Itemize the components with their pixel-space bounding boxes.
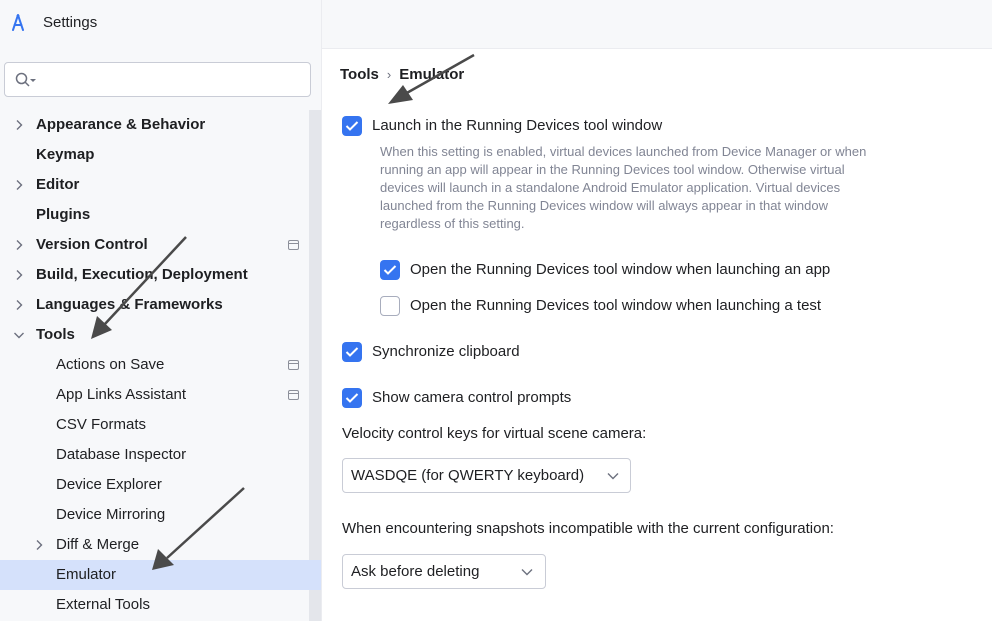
sidebar-item-external-tools[interactable]: External Tools bbox=[0, 590, 309, 620]
open-when-launching-app-checkbox[interactable] bbox=[380, 260, 400, 280]
launch-in-running-devices-checkbox[interactable] bbox=[342, 116, 362, 136]
sidebar-item-label: Keymap bbox=[36, 146, 95, 163]
snapshots-label: When encountering snapshots incompatible… bbox=[342, 520, 834, 537]
sidebar-item-label: Diff & Merge bbox=[56, 536, 140, 553]
launch-in-running-devices-label[interactable]: Launch in the Running Devices tool windo… bbox=[372, 117, 662, 134]
sidebar-item-label: App Links Assistant bbox=[56, 386, 187, 403]
show-camera-prompts-checkbox[interactable] bbox=[342, 388, 362, 408]
pane-divider[interactable] bbox=[321, 0, 322, 621]
sidebar-item-label: Tools bbox=[36, 326, 75, 343]
check-icon bbox=[345, 393, 359, 403]
chevron-right-icon[interactable] bbox=[13, 119, 25, 131]
search-input[interactable] bbox=[4, 62, 311, 97]
breadcrumb-parent[interactable]: Tools bbox=[340, 66, 379, 83]
project-level-icon bbox=[288, 240, 299, 250]
sidebar-item-label: Languages & Frameworks bbox=[36, 296, 223, 313]
sidebar-item-label: Device Explorer bbox=[56, 476, 162, 493]
sidebar-item-database-inspector[interactable]: Database Inspector bbox=[0, 440, 309, 470]
sidebar-item-actions-on-save[interactable]: Actions on Save bbox=[0, 350, 309, 380]
check-icon bbox=[345, 347, 359, 357]
sidebar-item-label: Device Mirroring bbox=[56, 506, 166, 523]
sidebar-item-label: Emulator bbox=[56, 566, 117, 583]
sidebar-item-plugins[interactable]: Plugins bbox=[0, 200, 309, 230]
sidebar-item-diff-merge[interactable]: Diff & Merge bbox=[0, 530, 309, 560]
synchronize-clipboard-label[interactable]: Synchronize clipboard bbox=[372, 343, 520, 360]
check-icon bbox=[345, 121, 359, 131]
sidebar-item-label: Editor bbox=[36, 176, 80, 193]
sidebar-scrollbar[interactable] bbox=[309, 110, 321, 621]
sidebar-item-label: External Tools bbox=[56, 596, 150, 613]
sidebar-item-csv-formats[interactable]: CSV Formats bbox=[0, 410, 309, 440]
sidebar-item-version-control[interactable]: Version Control bbox=[0, 230, 309, 260]
search-icon[interactable] bbox=[15, 72, 37, 88]
chevron-down-icon bbox=[521, 569, 533, 576]
chevron-right-icon[interactable] bbox=[13, 179, 25, 191]
sidebar-item-label: Appearance & Behavior bbox=[36, 116, 206, 133]
sidebar-item-emulator[interactable]: Emulator bbox=[0, 560, 321, 590]
velocity-keys-dropdown[interactable]: WASDQE (for QWERTY keyboard) bbox=[342, 458, 631, 493]
snapshots-value: Ask before deleting bbox=[351, 563, 480, 580]
chevron-down-icon bbox=[607, 473, 619, 480]
sidebar-item-label: CSV Formats bbox=[56, 416, 147, 433]
open-when-launching-test-checkbox[interactable] bbox=[380, 296, 400, 316]
sidebar-item-editor[interactable]: Editor bbox=[0, 170, 309, 200]
chevron-right-icon[interactable] bbox=[33, 539, 45, 551]
window-title: Settings bbox=[43, 14, 98, 31]
sidebar-item-tools[interactable]: Tools bbox=[0, 320, 309, 350]
sidebar-item-label: Plugins bbox=[36, 206, 91, 223]
open-when-launching-test-label[interactable]: Open the Running Devices tool window whe… bbox=[410, 297, 821, 314]
sidebar-item-app-links-assistant[interactable]: App Links Assistant bbox=[0, 380, 309, 410]
sidebar-item-languages-frameworks[interactable]: Languages & Frameworks bbox=[0, 290, 309, 320]
sidebar-item-build-execution-deployment[interactable]: Build, Execution, Deployment bbox=[0, 260, 309, 290]
show-camera-prompts-label[interactable]: Show camera control prompts bbox=[372, 389, 571, 406]
breadcrumb-separator: › bbox=[386, 67, 392, 82]
velocity-keys-value: WASDQE (for QWERTY keyboard) bbox=[351, 467, 585, 484]
breadcrumb: Tools › Emulator bbox=[340, 66, 464, 83]
open-when-launching-app-label[interactable]: Open the Running Devices tool window whe… bbox=[410, 261, 830, 278]
android-studio-icon bbox=[12, 14, 24, 31]
sidebar-item-label: Version Control bbox=[36, 236, 148, 253]
project-level-icon bbox=[288, 390, 299, 400]
sidebar-item-device-explorer[interactable]: Device Explorer bbox=[0, 470, 309, 500]
velocity-keys-label: Velocity control keys for virtual scene … bbox=[342, 425, 647, 442]
chevron-right-icon[interactable] bbox=[13, 299, 25, 311]
sidebar-item-device-mirroring[interactable]: Device Mirroring bbox=[0, 500, 309, 530]
sidebar-item-keymap[interactable]: Keymap bbox=[0, 140, 309, 170]
title-bar: Settings bbox=[0, 0, 992, 48]
chevron-right-icon[interactable] bbox=[13, 269, 25, 281]
chevron-right-icon[interactable] bbox=[13, 239, 25, 251]
sidebar-item-label: Build, Execution, Deployment bbox=[36, 266, 248, 283]
synchronize-clipboard-checkbox[interactable] bbox=[342, 342, 362, 362]
sidebar-item-appearance-behavior[interactable]: Appearance & Behavior bbox=[0, 110, 309, 140]
breadcrumb-current: Emulator bbox=[399, 66, 465, 83]
project-level-icon bbox=[288, 360, 299, 370]
launch-description: When this setting is enabled, virtual de… bbox=[380, 144, 867, 231]
check-icon bbox=[383, 265, 397, 275]
snapshots-dropdown[interactable]: Ask before deleting bbox=[342, 554, 546, 589]
sidebar-item-label: Database Inspector bbox=[56, 446, 187, 463]
chevron-down-icon[interactable] bbox=[13, 329, 25, 341]
sidebar-item-label: Actions on Save bbox=[56, 356, 165, 373]
